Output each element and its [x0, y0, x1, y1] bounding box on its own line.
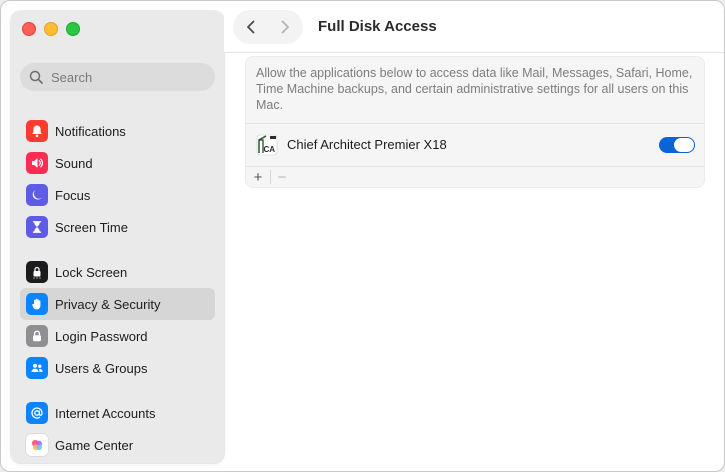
sidebar-item-focus[interactable]: Focus: [20, 179, 215, 211]
lock-screen-icon: [26, 261, 48, 283]
forward-button[interactable]: [268, 11, 302, 43]
navigation-buttons: [234, 11, 302, 43]
bell-icon: [26, 120, 48, 142]
sidebar-item-label: Game Center: [55, 437, 134, 453]
sidebar-item-label: Internet Accounts: [55, 405, 156, 421]
settings-window: Notifications Sound Focus Screen Time: [0, 0, 725, 472]
sidebar-item-sound[interactable]: Sound: [20, 147, 215, 179]
close-window-button[interactable]: [22, 22, 36, 36]
game-center-icon: [26, 434, 48, 456]
add-app-button[interactable]: +: [248, 168, 268, 186]
back-button[interactable]: [234, 11, 268, 43]
chevron-right-icon: [281, 20, 289, 34]
sidebar-item-label: Focus: [55, 187, 91, 203]
sidebar-item-label: Sound: [55, 155, 93, 171]
toggle-knob: [674, 138, 694, 152]
speaker-icon: [26, 152, 48, 174]
chevron-left-icon: [247, 20, 255, 34]
minimize-window-button[interactable]: [44, 22, 58, 36]
at-icon: [26, 402, 48, 424]
description-text: Allow the applications below to access d…: [256, 66, 693, 112]
sidebar-item-label: Privacy & Security: [55, 296, 161, 312]
sidebar-item-users-groups[interactable]: Users & Groups: [20, 352, 215, 384]
sidebar-item-lock-screen[interactable]: Lock Screen: [20, 256, 215, 288]
hand-icon: [26, 293, 48, 315]
search-input[interactable]: [49, 68, 209, 86]
sidebar: Notifications Sound Focus Screen Time: [11, 11, 224, 463]
search-icon: [29, 70, 43, 84]
sidebar-item-label: Lock Screen: [55, 264, 128, 280]
sidebar-item-screen-time[interactable]: Screen Time: [20, 211, 215, 243]
action-separator: [270, 170, 271, 184]
sidebar-item-notifications[interactable]: Notifications: [20, 115, 215, 147]
zoom-window-button[interactable]: [66, 22, 80, 36]
app-name: Chief Architect Premier X18: [287, 137, 447, 152]
users-icon: [26, 357, 48, 379]
toolbar: Full Disk Access: [224, 1, 724, 53]
sidebar-item-privacy-security[interactable]: Privacy & Security: [20, 288, 215, 320]
hourglass-icon: [26, 216, 48, 238]
lock-icon: [26, 325, 48, 347]
sidebar-item-label: Screen Time: [55, 219, 128, 235]
remove-app-button[interactable]: −: [272, 168, 292, 186]
moon-icon: [26, 184, 48, 206]
full-disk-access-toggle[interactable]: [659, 137, 695, 153]
chief-architect-icon: CA: [256, 134, 278, 156]
full-disk-access-panel: Allow the applications below to access d…: [245, 56, 705, 188]
sidebar-item-label: Users & Groups: [55, 360, 148, 376]
sidebar-item-login-password[interactable]: Login Password: [20, 320, 215, 352]
app-row[interactable]: CA Chief Architect Premier X18: [246, 123, 704, 166]
sidebar-item-label: Notifications: [55, 123, 126, 139]
svg-text:CA: CA: [264, 145, 276, 154]
sidebar-item-internet-accounts[interactable]: Internet Accounts: [20, 397, 215, 429]
search-field[interactable]: [20, 63, 215, 91]
list-actions: + −: [246, 166, 704, 188]
page-title: Full Disk Access: [318, 18, 437, 35]
sidebar-item-label: Login Password: [55, 328, 148, 344]
sidebar-item-game-center[interactable]: Game Center: [20, 429, 215, 461]
